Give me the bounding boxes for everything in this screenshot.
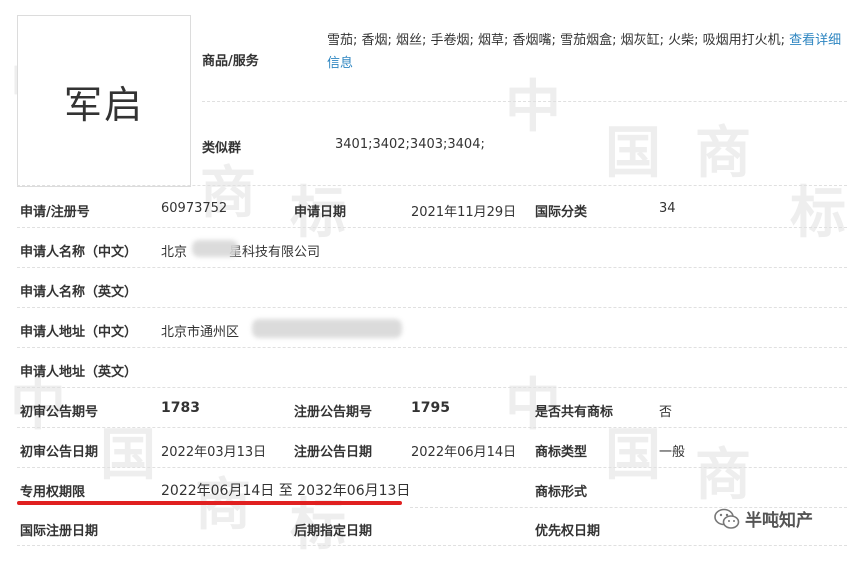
- reg-pub-date-label: 注册公告日期: [294, 445, 373, 460]
- tm-type-label: 商标类型: [535, 445, 588, 460]
- similar-group-value: 3401;3402;3403;3404;: [335, 137, 485, 152]
- watermark-char: 商: [695, 443, 751, 508]
- shared-value: 否: [659, 405, 673, 420]
- trademark-text: 军启: [63, 82, 144, 127]
- wechat-icon: [714, 508, 740, 529]
- address-en-label: 申请人地址（英文）: [20, 365, 138, 380]
- redaction-blur: [192, 240, 238, 257]
- priority-date-label: 优先权日期: [535, 524, 601, 539]
- divider: [17, 545, 847, 546]
- divider: [17, 227, 847, 228]
- applicant-cn-prefix: 北京: [161, 245, 188, 260]
- reg-pub-date-value: 2022年06月14日: [411, 445, 517, 460]
- goods-list: 雪茄; 香烟; 烟丝; 手卷烟; 烟草; 香烟嘴; 雪茄烟盒; 烟灰缸; 火柴;…: [327, 33, 785, 48]
- app-date-label: 申请日期: [294, 205, 347, 220]
- applicant-cn-suffix: 星科技有限公司: [229, 245, 321, 260]
- reg-pub-no-label: 注册公告期号: [294, 405, 373, 420]
- shared-label: 是否共有商标: [535, 405, 614, 420]
- goods-text: 雪茄; 香烟; 烟丝; 手卷烟; 烟草; 香烟嘴; 雪茄烟盒; 烟灰缸; 火柴;…: [327, 29, 842, 75]
- tm-form-label: 商标形式: [535, 485, 588, 500]
- divider: [17, 387, 847, 388]
- trademark-image: 军启: [17, 15, 191, 187]
- exclusive-period-value: 2022年06月14日 至 2032年06月13日: [161, 483, 411, 499]
- watermark-char: 商: [695, 121, 751, 186]
- wechat-watermark: 半吨知产: [714, 506, 813, 531]
- exclusive-period-label: 专用权期限: [20, 485, 86, 500]
- wechat-account-name: 半吨知产: [745, 511, 813, 531]
- intl-class-label: 国际分类: [535, 205, 588, 220]
- app-date-value: 2021年11月29日: [411, 205, 517, 220]
- reg-no-value: 60973752: [161, 201, 228, 216]
- reg-pub-no-value: 1795: [411, 400, 450, 416]
- similar-group-label: 类似群: [202, 141, 242, 156]
- prelim-pub-no-value: 1783: [161, 400, 200, 416]
- watermark-char: 国: [605, 121, 661, 186]
- later-designation-label: 后期指定日期: [294, 524, 373, 539]
- divider: [202, 101, 847, 102]
- goods-label: 商品/服务: [202, 54, 259, 69]
- address-cn-label: 申请人地址（中文）: [20, 325, 138, 340]
- watermark-char: 标: [790, 181, 846, 246]
- applicant-cn-label: 申请人名称（中文）: [20, 245, 138, 260]
- applicant-en-label: 申请人名称（英文）: [20, 285, 138, 300]
- divider: [17, 185, 847, 186]
- divider: [17, 427, 847, 428]
- divider: [17, 267, 847, 268]
- divider: [17, 307, 847, 308]
- highlight-underline: [17, 501, 402, 505]
- redaction-blur: [252, 319, 402, 338]
- reg-no-label: 申请/注册号: [20, 205, 90, 220]
- applicant-cn-value: 北京 星科技有限公司: [161, 241, 320, 260]
- intl-class-value: 34: [659, 201, 676, 216]
- prelim-pub-date-label: 初审公告日期: [20, 445, 99, 460]
- prelim-pub-no-label: 初审公告期号: [20, 405, 99, 420]
- watermark-char: 国: [605, 423, 661, 488]
- watermark-char: 国: [100, 423, 156, 488]
- divider: [17, 467, 847, 468]
- tm-type-value: 一般: [659, 445, 686, 460]
- divider: [17, 347, 847, 348]
- watermark-char: 商: [200, 161, 256, 226]
- prelim-pub-date-value: 2022年03月13日: [161, 445, 267, 460]
- address-cn-value: 北京市通州区: [161, 325, 240, 340]
- intl-reg-date-label: 国际注册日期: [20, 524, 99, 539]
